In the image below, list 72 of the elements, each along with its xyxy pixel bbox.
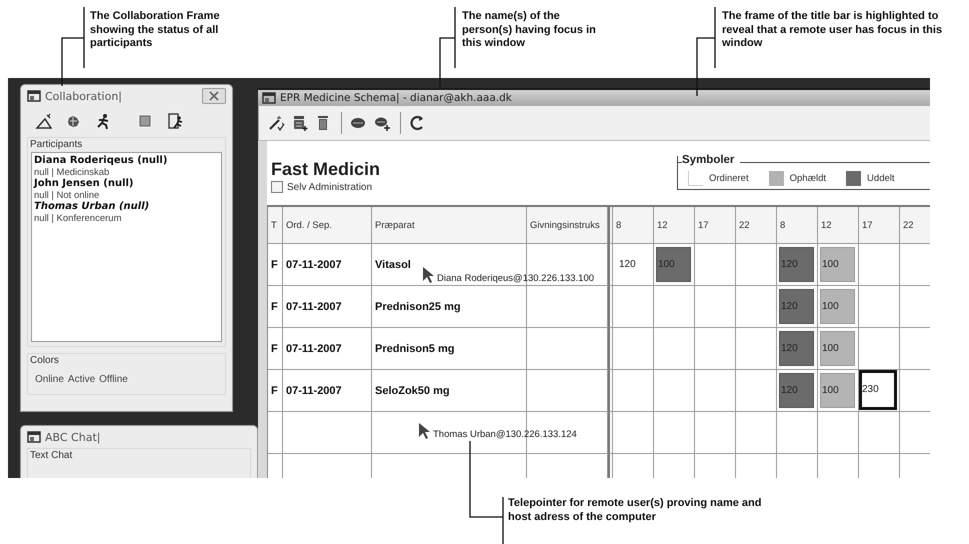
status-label: Online	[35, 374, 64, 385]
table-cell	[268, 412, 283, 454]
table-cell: F	[268, 328, 283, 370]
window-title: EPR Medicine Schema| - dianar@akh.aaa.dk	[280, 92, 512, 104]
checkbox[interactable]: Selv Administration	[271, 181, 380, 193]
table-cell: F	[268, 370, 283, 412]
dose-marker[interactable]: 120	[615, 247, 650, 282]
legend-swatch	[688, 171, 703, 186]
section-heading: Fast Medicin	[271, 159, 380, 179]
dose-marker[interactable]: 230	[859, 370, 897, 410]
window-icon	[27, 89, 41, 103]
participant-name[interactable]: Thomas Urban (null)	[34, 201, 219, 213]
table-cell: 07-11-2007	[283, 286, 372, 328]
column-header[interactable]: 17	[695, 207, 736, 244]
telepointer-label: Thomas Urban@130.226.133.124	[433, 429, 577, 440]
table-cell: F	[268, 244, 283, 286]
cone-icon[interactable]	[35, 113, 53, 131]
column-header[interactable]: T	[268, 207, 283, 244]
dose-marker[interactable]: 100	[820, 289, 855, 324]
participant-name[interactable]: Diana Roderiqeus (null)	[34, 155, 219, 167]
callout-text: The frame of the title bar is highlighted to reveal that a remote user has focus in this window	[722, 10, 944, 50]
participant-status: null | Medicinskab	[34, 167, 110, 178]
participant-status: null | Konferencerum	[34, 213, 122, 224]
person-door-icon[interactable]	[167, 113, 185, 131]
checkbox-icon[interactable]	[271, 181, 283, 193]
window-icon	[262, 91, 276, 105]
participant-name[interactable]: John Jensen (null)	[34, 178, 219, 190]
column-header[interactable]: 8	[777, 207, 818, 244]
wand-icon[interactable]	[267, 114, 285, 132]
window-title: ABC Chat|	[45, 430, 102, 444]
dose-marker[interactable]: 100	[820, 247, 855, 282]
table-cell: Prednison5 mg	[372, 328, 527, 370]
column-header[interactable]: 12	[818, 207, 859, 244]
table-cell	[736, 412, 777, 454]
table-cell: SeloZok50 mg	[372, 370, 527, 412]
callout-text: The name(s) of the person(s) having focus in this window	[462, 10, 597, 50]
cursor-icon	[422, 266, 434, 283]
table-cell: 07-11-2007	[283, 244, 372, 286]
table-cell: F	[268, 286, 283, 328]
legend-swatch	[768, 171, 784, 186]
participant-status: null | Not online	[34, 190, 100, 201]
table-cell	[654, 412, 695, 454]
legend-title: Symboler	[682, 154, 740, 166]
jar-add-icon[interactable]	[291, 114, 309, 132]
column-header[interactable]: 22	[736, 207, 777, 244]
status-label: Offline	[99, 374, 128, 385]
window-title: Collaboration|	[45, 90, 124, 102]
status-label: Active	[68, 374, 96, 385]
dose-marker[interactable]: 100	[820, 331, 855, 366]
table-cell	[695, 412, 736, 454]
table-cell: 07-11-2007	[283, 328, 372, 370]
table-cell: 07-11-2007	[283, 370, 372, 412]
close-button[interactable]	[202, 88, 226, 104]
column-header[interactable]: 17	[859, 207, 900, 244]
legend-label: Ophældt	[790, 173, 826, 184]
column-header[interactable]: 8	[613, 207, 654, 244]
legend-label: Ordineret	[709, 173, 749, 184]
window-icon	[27, 430, 41, 444]
telepointer-label: Diana Roderiqeus@130.226.133.100	[437, 273, 594, 284]
callout-text: The Collaboration Frame showing the status of all participants	[90, 10, 221, 50]
callout-text: Telepointer for remote user(s) proving name and host adress of the computer	[508, 497, 762, 524]
dose-marker[interactable]: 100	[820, 373, 855, 408]
column-header[interactable]: Givningsinstruks	[527, 207, 608, 244]
cursor-icon	[418, 422, 430, 439]
group-label: Text Chat	[30, 450, 76, 461]
column-header[interactable]: 22	[900, 207, 930, 244]
column-header[interactable]: Ord. / Sep.	[283, 207, 372, 244]
column-header[interactable]: Præparat	[372, 207, 527, 244]
table-cell: Prednison25 mg	[372, 286, 527, 328]
legend-swatch	[846, 171, 862, 186]
legend-label: Uddelt	[867, 173, 895, 184]
column-header[interactable]: 12	[654, 207, 695, 244]
